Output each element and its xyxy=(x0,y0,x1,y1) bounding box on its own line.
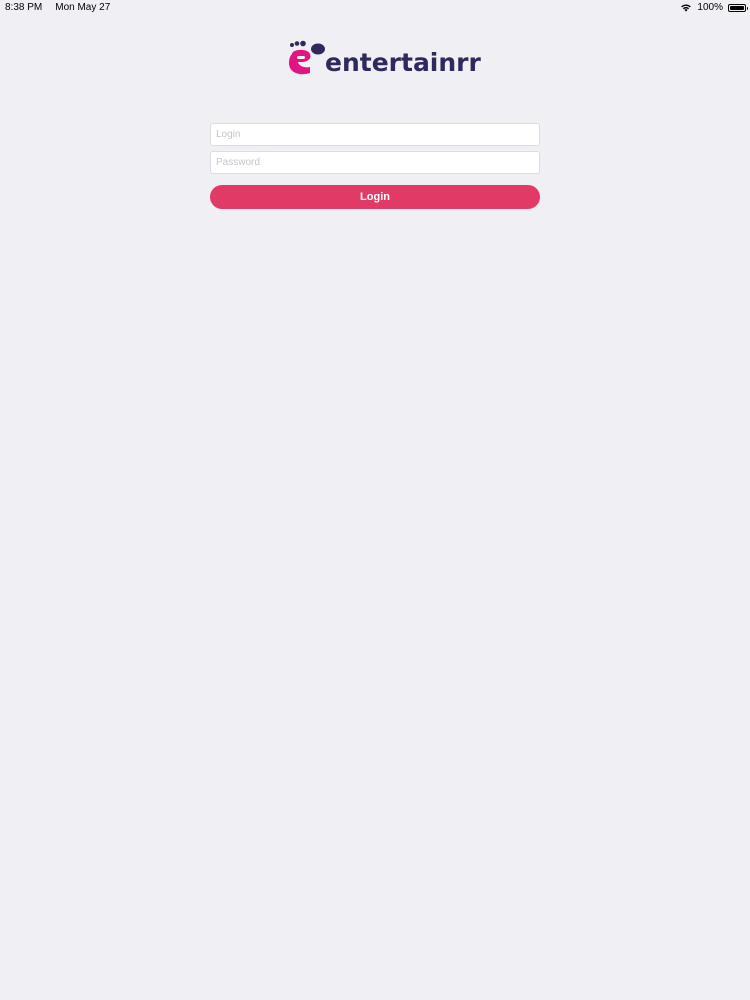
status-right: 100% xyxy=(680,2,748,13)
wifi-icon xyxy=(681,4,692,12)
app-logo: entertainrr xyxy=(288,40,481,80)
password-input[interactable] xyxy=(210,151,540,174)
login-button[interactable]: Login xyxy=(210,185,540,209)
battery-percent: 100% xyxy=(697,2,723,13)
battery-fill xyxy=(730,5,744,10)
status-time: 8:38 PM xyxy=(5,2,43,13)
battery-icon xyxy=(728,3,748,12)
status-left: 8:38 PM Mon May 27 xyxy=(5,2,110,13)
status-date: Mon May 27 xyxy=(55,2,111,13)
login-input[interactable] xyxy=(210,123,540,146)
login-form: Login xyxy=(210,123,540,209)
status-bar: 8:38 PM Mon May 27 100% xyxy=(0,0,750,16)
footprint-logo-icon xyxy=(289,40,325,75)
logo-wordmark: entertainrr xyxy=(325,48,481,77)
